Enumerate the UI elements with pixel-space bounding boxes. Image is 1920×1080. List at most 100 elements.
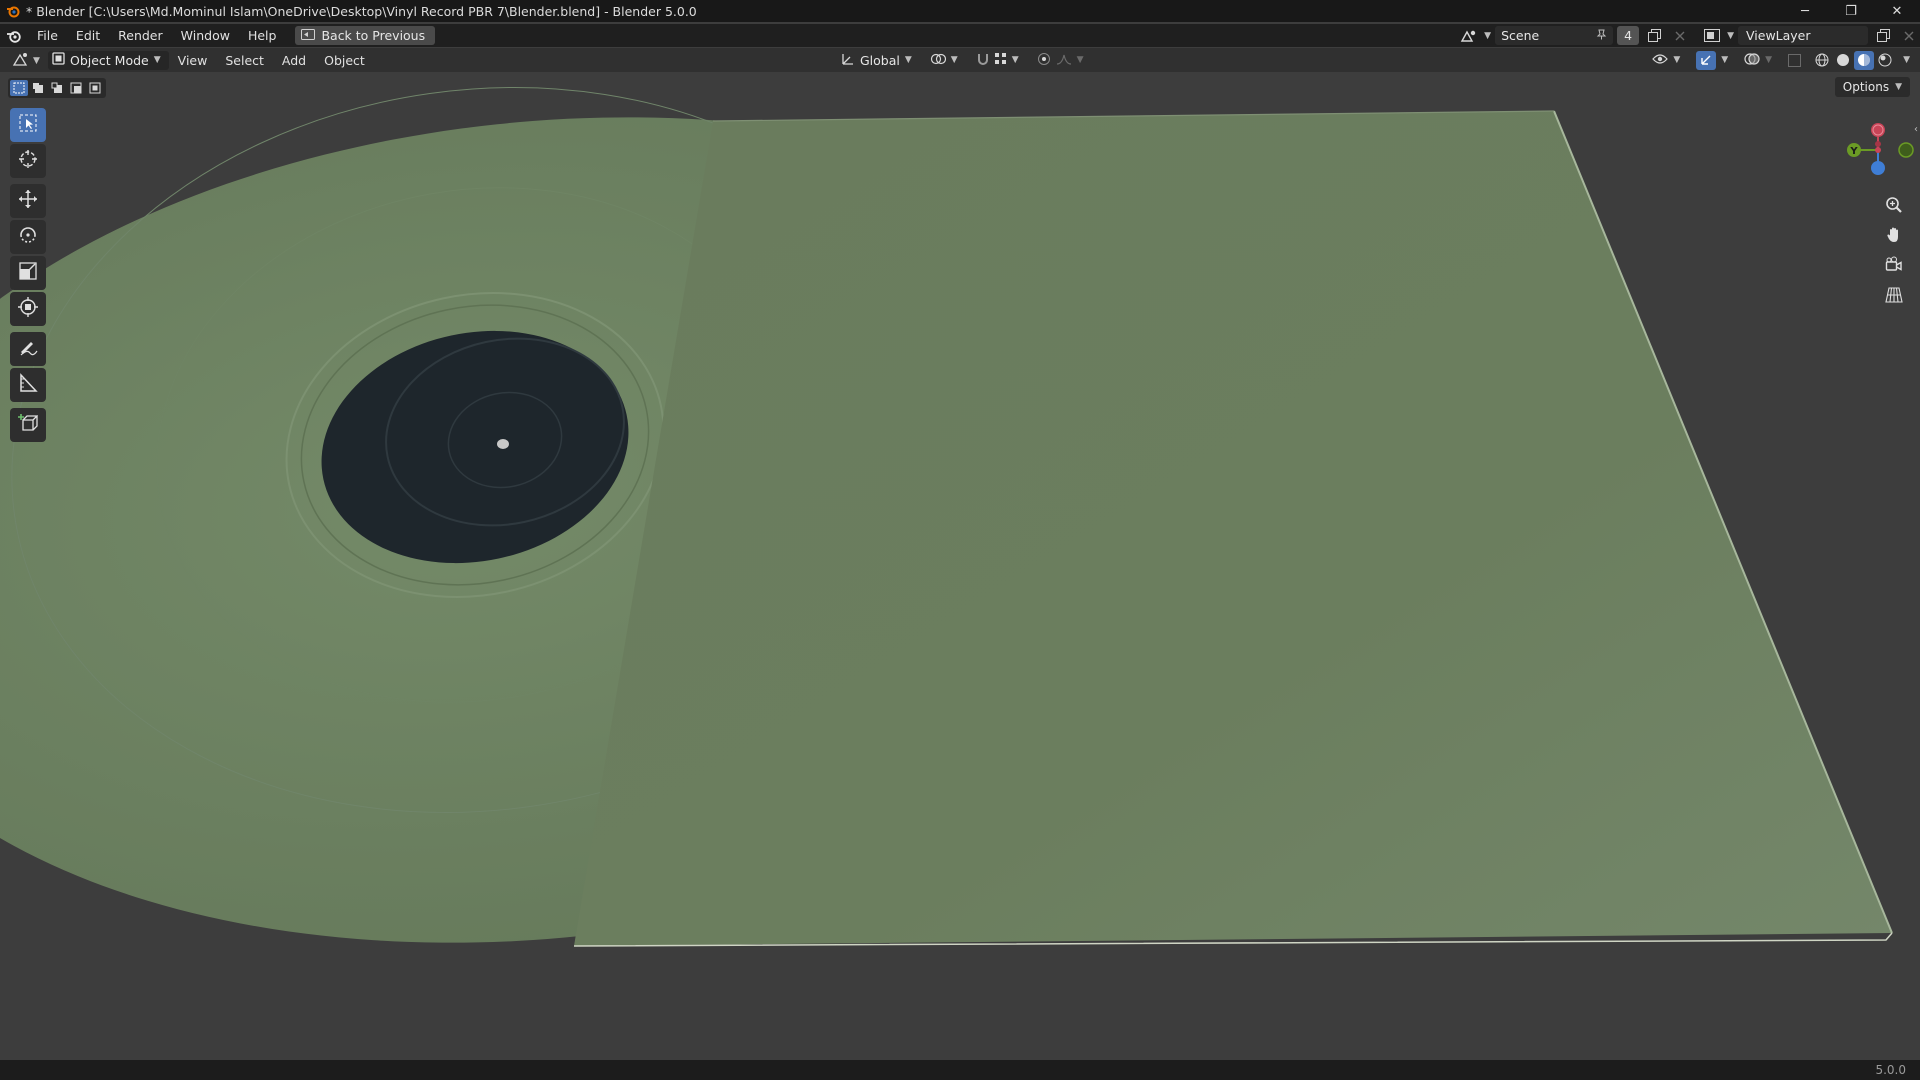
material-preview-shading-icon[interactable]: [1854, 50, 1875, 70]
delete-view-layer-icon[interactable]: [1898, 26, 1920, 45]
screen-icon: [301, 28, 316, 43]
zoom-view-button[interactable]: [1880, 193, 1908, 221]
select-subtract-icon[interactable]: [48, 80, 66, 96]
transform-tool[interactable]: [10, 292, 46, 326]
cursor-tool[interactable]: [10, 144, 46, 178]
scene-name: Scene: [1501, 28, 1540, 43]
object-mode-label: Object Mode: [70, 52, 149, 68]
overlays-toggle[interactable]: ▼: [1740, 51, 1776, 70]
select-intersect-icon[interactable]: [86, 80, 104, 96]
snap-toggle[interactable]: ▼: [972, 51, 1023, 70]
options-dropdown[interactable]: Options ▼: [1834, 77, 1910, 97]
select-set-icon[interactable]: [10, 80, 28, 96]
proportional-editing-icon: [1037, 52, 1051, 69]
select-box-icon: [18, 113, 38, 137]
hand-icon: [1885, 226, 1903, 248]
solid-shading-icon[interactable]: [1833, 51, 1853, 70]
zoom-icon: [1885, 196, 1903, 218]
measure-tool[interactable]: [10, 368, 46, 402]
gizmo-toggle[interactable]: ▼: [1692, 50, 1732, 70]
chevron-down-icon: ▼: [1765, 55, 1773, 65]
add-cube-tool[interactable]: [10, 408, 46, 442]
chevron-down-icon: ▼: [1727, 30, 1734, 41]
spindle-hole: [497, 439, 509, 449]
scene-selector-icon[interactable]: [1458, 26, 1480, 45]
new-scene-icon[interactable]: [1643, 26, 1665, 45]
object-mode-dropdown[interactable]: Object Mode ▼: [48, 50, 169, 70]
add-cube-icon: [18, 413, 39, 437]
status-bar: 5.0.0: [0, 1060, 1920, 1080]
move-tool[interactable]: [10, 184, 46, 218]
select-extend-icon[interactable]: [29, 80, 47, 96]
overlays-icon: [1744, 52, 1760, 69]
scene-name-field[interactable]: Scene: [1495, 26, 1614, 45]
xray-toggle-icon[interactable]: [1784, 51, 1804, 70]
viewport-menu-select[interactable]: Select: [216, 53, 273, 68]
version-label: 5.0.0: [1875, 1063, 1906, 1077]
rotate-tool[interactable]: [10, 220, 46, 254]
rotate-icon: [18, 225, 38, 249]
selection-mode-group: [8, 78, 106, 98]
view-layer-field[interactable]: ViewLayer: [1738, 26, 1868, 45]
viewport-menu-object[interactable]: Object: [315, 53, 374, 68]
chevron-down-icon: ▼: [153, 55, 161, 65]
new-view-layer-icon[interactable]: [1872, 26, 1894, 45]
chevron-down-icon: ▼: [33, 55, 40, 66]
viewport-menu-view[interactable]: View: [169, 53, 217, 68]
chevron-down-icon: ▼: [904, 55, 912, 65]
chevron-down-icon: ▼: [1076, 55, 1084, 65]
top-menu-bar: File Edit Render Window Help Back to Pre…: [0, 24, 1920, 47]
select-box-tool[interactable]: [10, 108, 46, 142]
camera-icon: [1885, 256, 1903, 278]
delete-scene-icon[interactable]: [1669, 26, 1691, 45]
back-to-previous-button[interactable]: Back to Previous: [295, 26, 436, 45]
chevron-down-icon: ▼: [1673, 55, 1681, 65]
pin-icon[interactable]: [1596, 28, 1607, 43]
gizmo-icon: [1696, 50, 1717, 70]
proportional-editing-toggle[interactable]: ▼: [1033, 51, 1088, 70]
perspective-toggle-button[interactable]: [1880, 283, 1908, 311]
editor-type-selector[interactable]: ▼: [12, 51, 40, 70]
window-title: * Blender [C:\Users\Md.Mominul Islam\One…: [26, 3, 697, 19]
object-visibility-dropdown[interactable]: ▼: [1648, 51, 1684, 70]
options-label: Options: [1842, 80, 1890, 94]
menu-render[interactable]: Render: [109, 24, 172, 47]
orientation-axes-icon: [841, 52, 855, 69]
shading-mode-group: [1812, 50, 1895, 70]
orientation-label: Global: [860, 52, 900, 68]
menu-window[interactable]: Window: [172, 24, 239, 47]
viewport-menu-add[interactable]: Add: [273, 53, 315, 68]
chevron-down-icon: ▼: [950, 55, 958, 65]
chevron-down-icon[interactable]: ▼: [1903, 55, 1910, 65]
menu-help[interactable]: Help: [239, 24, 286, 47]
annotate-icon: [18, 337, 38, 361]
magnet-icon: [976, 52, 990, 69]
transform-orientation-dropdown[interactable]: Global ▼: [837, 51, 916, 70]
annotate-tool[interactable]: [10, 332, 46, 366]
menu-edit[interactable]: Edit: [67, 24, 109, 47]
blender-logo-icon: [0, 0, 26, 22]
menu-file[interactable]: File: [28, 24, 67, 47]
scale-icon: [18, 261, 38, 285]
transform-icon: [18, 297, 38, 321]
select-invert-icon[interactable]: [67, 80, 85, 96]
rendered-shading-icon[interactable]: [1875, 51, 1895, 70]
wireframe-shading-icon[interactable]: [1812, 51, 1832, 70]
view-layer-icon[interactable]: [1701, 26, 1723, 45]
back-to-previous-label: Back to Previous: [321, 28, 426, 43]
scale-tool[interactable]: [10, 256, 46, 290]
axis-y-label: Y: [1849, 146, 1858, 157]
minimize-button[interactable]: ─: [1782, 0, 1828, 22]
viewport-header: ▼ Object Mode ▼ View Select Add Object G…: [0, 48, 1920, 72]
window-title-bar: * Blender [C:\Users\Md.Mominul Islam\One…: [0, 0, 1920, 22]
camera-view-button[interactable]: [1880, 253, 1908, 281]
sidebar-toggle-icon[interactable]: ‹: [1914, 124, 1918, 135]
blender-menu-icon[interactable]: [0, 24, 28, 47]
close-button[interactable]: ✕: [1874, 0, 1920, 22]
grid-perspective-icon: [1885, 286, 1903, 308]
viewport-canvas[interactable]: [0, 72, 1920, 1059]
pan-view-button[interactable]: [1880, 223, 1908, 251]
maximize-button[interactable]: ❐: [1828, 0, 1874, 22]
pivot-point-dropdown[interactable]: ▼: [926, 51, 962, 70]
navigation-gizmo[interactable]: Y: [1820, 112, 1920, 192]
